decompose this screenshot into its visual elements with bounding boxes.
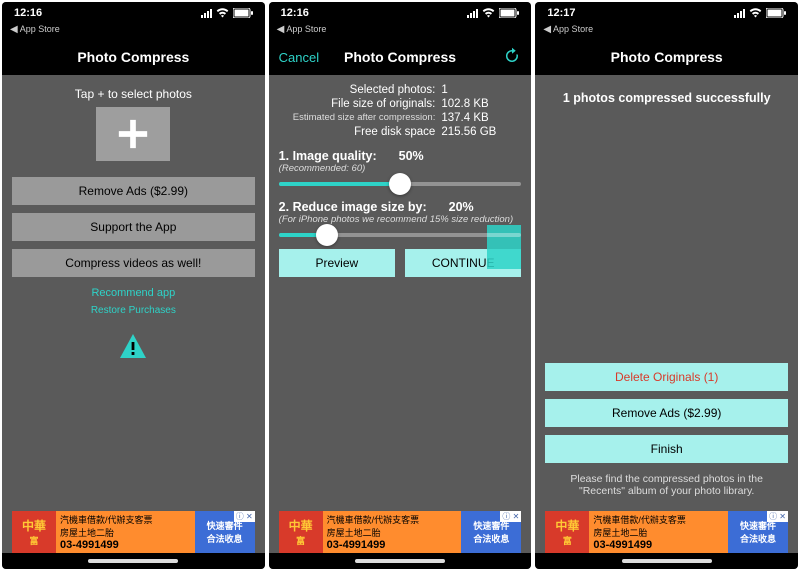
add-photos-button[interactable] [96, 107, 170, 161]
status-bar: 12:17 [535, 2, 798, 24]
plus-icon [116, 117, 150, 151]
ad-close-icon[interactable]: ⓘ ✕ [500, 511, 521, 522]
home-indicator[interactable] [535, 553, 798, 569]
warning-icon[interactable] [120, 334, 146, 361]
support-app-button[interactable]: Support the App [12, 213, 255, 241]
page-title: Photo Compress [344, 49, 456, 65]
back-to-appstore[interactable]: ◀App Store [269, 24, 532, 39]
status-bar: 12:16 [269, 2, 532, 24]
nav-bar: Cancel Photo Compress [269, 39, 532, 75]
preview-button[interactable]: Preview [279, 249, 395, 277]
status-time: 12:17 [547, 7, 575, 19]
refresh-icon [503, 47, 521, 65]
status-bar: 12:16 [2, 2, 265, 24]
slider-thumb[interactable] [316, 224, 338, 246]
nav-bar: Photo Compress [535, 39, 798, 75]
remove-ads-button[interactable]: Remove Ads ($2.99) [545, 399, 788, 427]
wifi-icon [749, 8, 762, 18]
status-time: 12:16 [281, 7, 309, 19]
status-time: 12:16 [14, 7, 42, 19]
back-to-appstore[interactable]: ◀App Store [535, 24, 798, 39]
page-title: Photo Compress [611, 49, 723, 65]
wifi-icon [216, 8, 229, 18]
page-title: Photo Compress [77, 49, 189, 65]
ad-banner[interactable]: 中華富 汽機車借款/代辦支客票房屋土地二胎03-4991499 快速審件合法收息… [12, 511, 255, 553]
ad-close-icon[interactable]: ⓘ ✕ [767, 511, 788, 522]
remove-ads-button[interactable]: Remove Ads ($2.99) [12, 177, 255, 205]
size-preview-thumbnail [487, 225, 521, 269]
signal-icon [467, 9, 478, 18]
nav-bar: Photo Compress [2, 39, 265, 75]
home-indicator[interactable] [269, 553, 532, 569]
reduce-slider[interactable] [279, 233, 522, 237]
signal-icon [201, 9, 212, 18]
ad-banner[interactable]: 中華富 汽機車借款/代辦支客票房屋土地二胎03-4991499 快速審件合法收息… [279, 511, 522, 553]
success-message: 1 photos compressed successfully [545, 91, 788, 105]
screen-home: 12:16 ◀App Store Photo Compress Tap + to… [2, 2, 265, 569]
library-note: Please find the compressed photos in the… [545, 473, 788, 497]
battery-icon [499, 8, 519, 18]
signal-icon [734, 9, 745, 18]
restore-purchases-link[interactable]: Restore Purchases [12, 305, 255, 316]
back-to-appstore[interactable]: ◀App Store [2, 24, 265, 39]
home-indicator[interactable] [2, 553, 265, 569]
battery-icon [233, 8, 253, 18]
quality-slider-fill [279, 182, 400, 186]
select-hint: Tap + to select photos [12, 87, 255, 101]
quality-label: 1. Image quality:50% [279, 149, 522, 163]
compress-video-button[interactable]: Compress videos as well! [12, 249, 255, 277]
wifi-icon [482, 8, 495, 18]
ad-banner[interactable]: 中華富 汽機車借款/代辦支客票房屋土地二胎03-4991499 快速審件合法收息… [545, 511, 788, 553]
recommend-link[interactable]: Recommend app [12, 287, 255, 299]
reduce-label: 2. Reduce image size by:20% [279, 200, 522, 214]
refresh-button[interactable] [503, 47, 521, 68]
battery-icon [766, 8, 786, 18]
screen-result: 12:17 ◀App Store Photo Compress 1 photos… [535, 2, 798, 569]
screen-settings: 12:16 ◀App Store Cancel Photo Compress S… [269, 2, 532, 569]
cancel-button[interactable]: Cancel [279, 50, 319, 65]
quality-slider[interactable] [279, 182, 522, 186]
finish-button[interactable]: Finish [545, 435, 788, 463]
delete-originals-button[interactable]: Delete Originals (1) [545, 363, 788, 391]
ad-close-icon[interactable]: ⓘ ✕ [234, 511, 255, 522]
